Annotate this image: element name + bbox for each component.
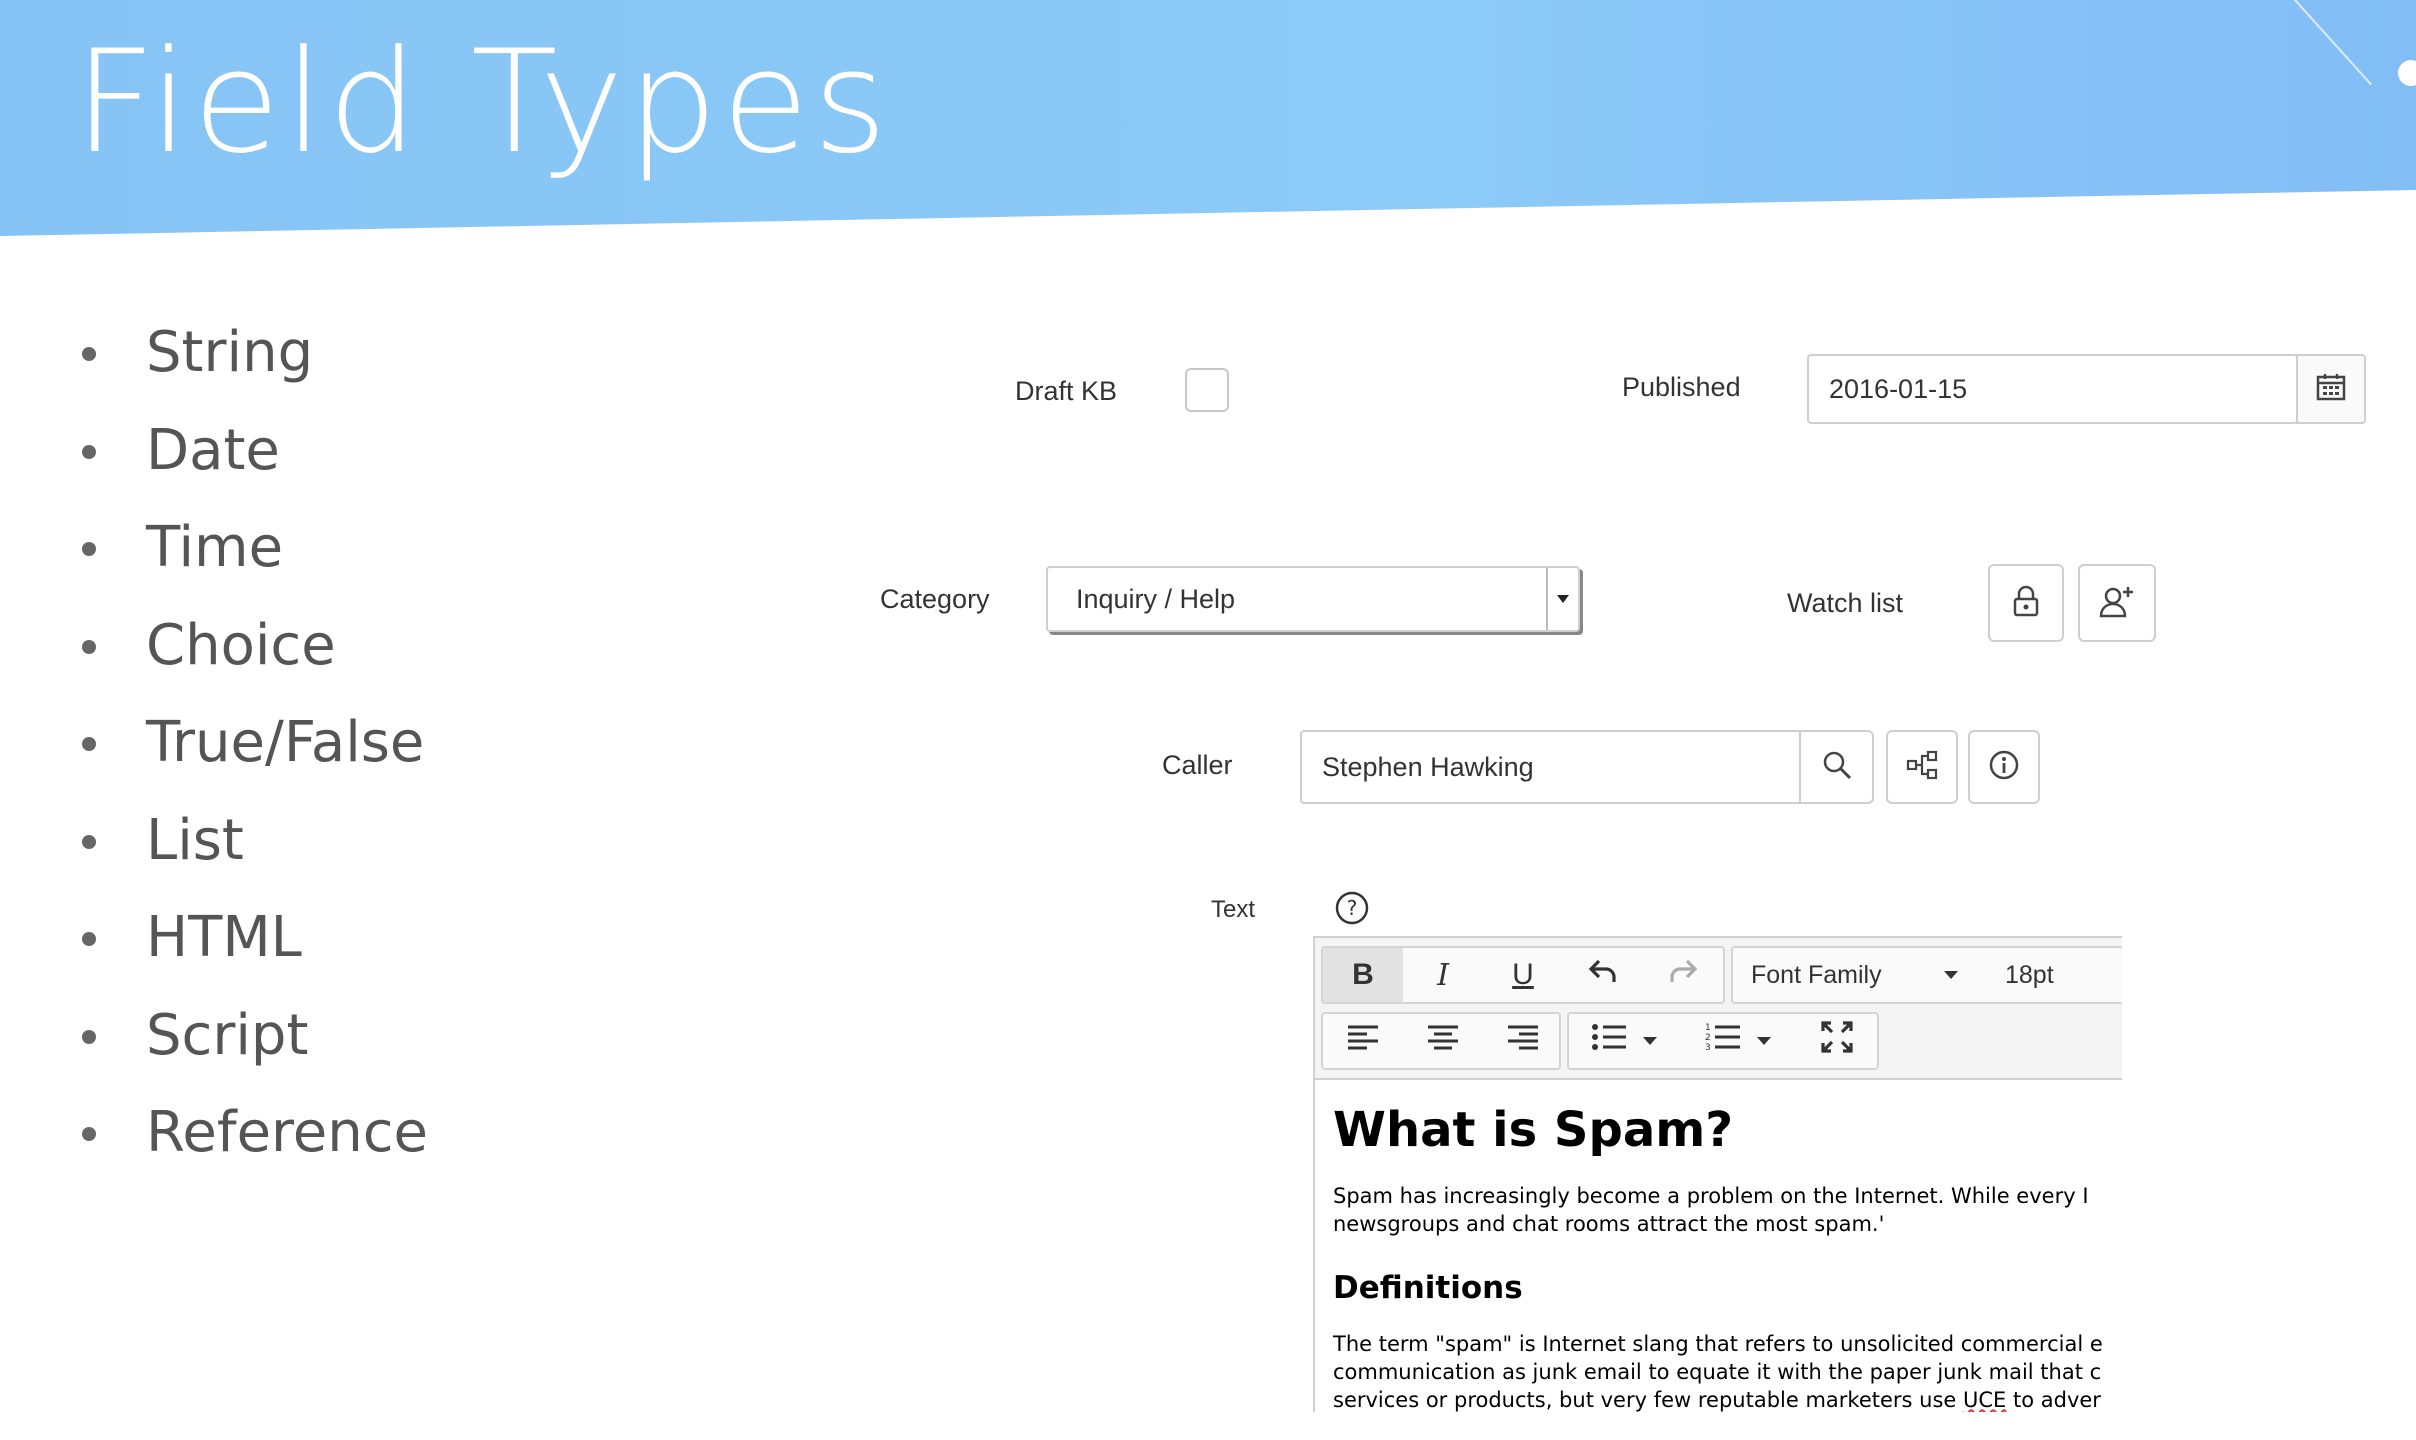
redo-button[interactable] — [1643, 948, 1723, 1002]
search-icon — [1822, 750, 1852, 785]
calendar-icon — [2316, 373, 2346, 406]
numbered-list-icon: 123 — [1705, 1022, 1741, 1060]
watch-list-lock-button[interactable] — [1988, 564, 2064, 642]
align-center-icon — [1427, 1024, 1459, 1058]
align-right-icon — [1507, 1024, 1539, 1058]
category-label: Category — [880, 584, 990, 614]
list-item: Reference — [80, 1098, 428, 1196]
fullscreen-button[interactable] — [1797, 1014, 1877, 1068]
svg-text:1: 1 — [1705, 1023, 1711, 1033]
svg-text:?: ? — [1347, 896, 1358, 920]
draft-kb-label: Draft KB — [1015, 376, 1118, 406]
font-size-label: 18pt — [2005, 960, 2054, 989]
editor-content[interactable]: What is Spam? Spam has increasingly beco… — [1333, 1098, 2122, 1412]
bullet-list-icon — [1591, 1023, 1627, 1059]
calendar-button[interactable] — [2296, 354, 2366, 424]
bold-label: B — [1352, 958, 1374, 991]
caller-input[interactable]: Stephen Hawking — [1300, 730, 1802, 804]
underline-button[interactable]: U — [1483, 948, 1563, 1002]
fullscreen-icon — [1821, 1021, 1853, 1061]
content-paragraph-line: services or products, but very few reput… — [1333, 1386, 2122, 1412]
help-icon[interactable]: ? — [1334, 890, 1370, 931]
undo-icon — [1588, 958, 1618, 992]
content-subheading: Definitions — [1333, 1270, 1523, 1306]
draft-kb-checkbox[interactable] — [1185, 368, 1229, 412]
svg-text:2: 2 — [1705, 1033, 1711, 1043]
list-item: List — [80, 806, 428, 904]
align-left-icon — [1347, 1024, 1379, 1058]
chevron-down-icon — [1546, 568, 1578, 630]
align-button-group — [1321, 1012, 1561, 1070]
list-button-group: 123 — [1567, 1012, 1879, 1070]
watch-list-add-user-button[interactable] — [2078, 564, 2156, 642]
list-item: Date — [80, 416, 428, 514]
content-paragraph-line: communication as junk email to equate it… — [1333, 1360, 2102, 1384]
list-item: Choice — [80, 611, 428, 709]
add-user-icon — [2099, 584, 2135, 623]
published-date-value: 2016-01-15 — [1829, 373, 1968, 404]
undo-button[interactable] — [1563, 948, 1643, 1002]
caller-label: Caller — [1162, 750, 1233, 780]
numbered-list-button[interactable]: 123 — [1683, 1014, 1793, 1068]
list-item: HTML — [80, 903, 428, 1001]
published-date-field[interactable]: 2016-01-15 — [1807, 354, 2298, 424]
category-selected-value: Inquiry / Help — [1076, 583, 1236, 614]
italic-button[interactable]: I — [1403, 948, 1483, 1002]
editor-toolbar: B I U Font Family 18pt 1 2 3 — [1315, 938, 2122, 1080]
chevron-down-icon — [1643, 1037, 1657, 1045]
align-center-button[interactable] — [1403, 1014, 1483, 1068]
list-item: String — [80, 318, 428, 416]
font-button-group: Font Family 18pt — [1731, 946, 2122, 1004]
caller-hierarchy-button[interactable] — [1886, 730, 1958, 804]
chevron-down-icon — [1757, 1037, 1771, 1045]
bullet-list-button[interactable] — [1569, 1014, 1679, 1068]
bold-button[interactable]: B — [1323, 948, 1403, 1002]
watch-list-label: Watch list — [1787, 588, 1904, 618]
font-size-select[interactable]: 18pt — [2005, 948, 2054, 1002]
format-button-group: B I U — [1321, 946, 1725, 1004]
caller-search-button[interactable] — [1799, 730, 1874, 804]
slide-title: Field Types — [74, 20, 892, 185]
font-family-label: Font Family — [1751, 960, 1882, 989]
lock-icon — [2011, 584, 2041, 623]
align-right-button[interactable] — [1483, 1014, 1563, 1068]
redo-icon — [1668, 958, 1698, 992]
html-editor[interactable]: B I U Font Family 18pt 1 2 3 What is Spa… — [1313, 936, 2122, 1412]
svg-text:3: 3 — [1705, 1043, 1711, 1052]
field-types-list: String Date Time Choice True/False List … — [80, 318, 428, 1196]
text-label: Text — [1211, 896, 1256, 923]
content-paragraph-line: Spam has increasingly become a problem o… — [1333, 1184, 2089, 1208]
list-item: True/False — [80, 708, 428, 806]
caller-info-button[interactable] — [1968, 730, 2040, 804]
underline-label: U — [1512, 958, 1534, 991]
content-text: services or products, but very few reput… — [1333, 1388, 1963, 1412]
align-left-button[interactable] — [1323, 1014, 1403, 1068]
font-family-select[interactable]: Font Family — [1751, 948, 1958, 1002]
misspelled-word: UCE — [1963, 1388, 2007, 1412]
italic-label: I — [1437, 957, 1449, 993]
chevron-down-icon — [1943, 971, 1958, 979]
list-item: Script — [80, 1001, 428, 1099]
category-select[interactable]: Inquiry / Help — [1046, 566, 1580, 632]
content-paragraph-line: The term "spam" is Internet slang that r… — [1333, 1332, 2103, 1356]
caller-value: Stephen Hawking — [1322, 751, 1534, 782]
hierarchy-icon — [1906, 750, 1938, 785]
content-heading: What is Spam? — [1333, 1102, 1734, 1158]
info-icon — [1988, 749, 2020, 786]
content-text: to adver — [2006, 1388, 2101, 1412]
published-label: Published — [1622, 372, 1741, 402]
list-item: Time — [80, 513, 428, 611]
content-paragraph-line: newsgroups and chat rooms attract the mo… — [1333, 1212, 1885, 1236]
